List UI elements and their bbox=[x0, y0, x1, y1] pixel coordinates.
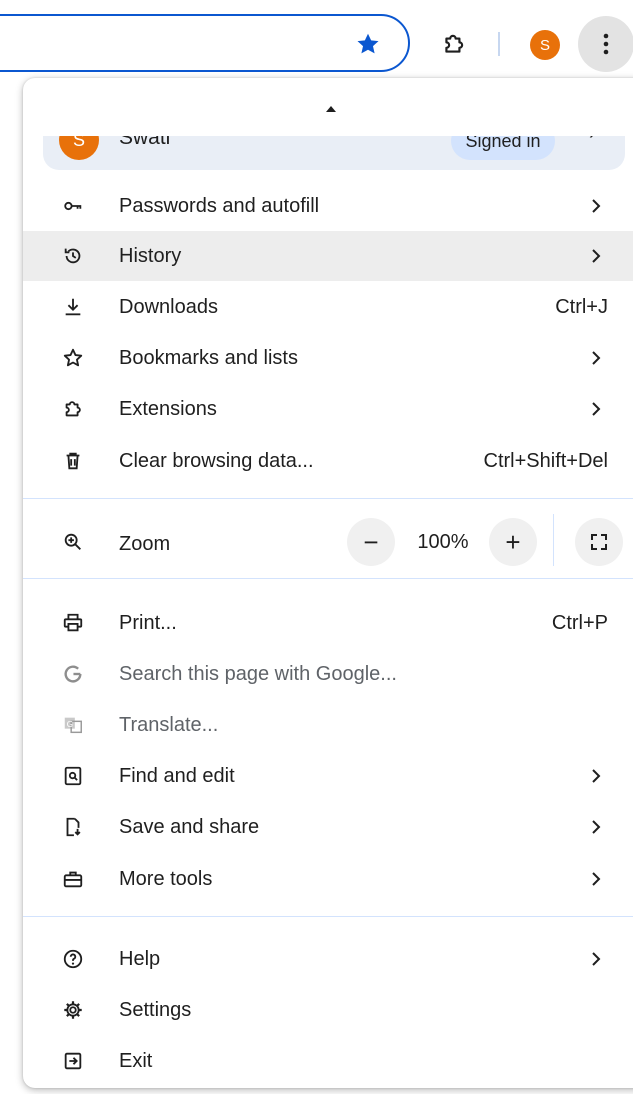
chevron-right-icon bbox=[592, 820, 601, 834]
menu-item-label: History bbox=[119, 245, 182, 267]
chevron-right-icon bbox=[592, 952, 601, 966]
menu-item-label: Search this page with Google... bbox=[119, 663, 397, 685]
menu-item-translate[interactable]: G Translate... bbox=[23, 700, 633, 750]
signed-in-badge: Signed in bbox=[451, 136, 555, 160]
menu-item-label: Help bbox=[119, 948, 161, 970]
chevron-right-icon bbox=[592, 769, 601, 783]
menu-item-find-edit[interactable]: Find and edit bbox=[23, 751, 633, 801]
menu-item-label: Find and edit bbox=[119, 765, 235, 787]
menu-item-label: Passwords and autofill bbox=[119, 195, 320, 217]
puzzle-icon bbox=[61, 397, 85, 421]
menu-divider bbox=[23, 916, 633, 917]
profile-menu-item[interactable]: S Swati Signed in › bbox=[43, 136, 625, 170]
menu-item-passwords[interactable]: Passwords and autofill bbox=[23, 181, 633, 231]
profile-avatar-button[interactable]: S bbox=[530, 30, 560, 60]
menu-item-label: Save and share bbox=[119, 816, 260, 838]
menu-item-save-share[interactable]: Save and share bbox=[23, 802, 633, 852]
profile-name: Swati bbox=[119, 136, 171, 149]
menu-divider bbox=[23, 498, 633, 499]
browser-toolbar: S bbox=[0, 0, 633, 84]
menu-item-label: Print... bbox=[119, 612, 177, 634]
chrome-menu: S Swati Signed in › Passwords and autofi… bbox=[23, 78, 633, 1088]
menu-item-label: Clear browsing data... bbox=[119, 450, 314, 472]
svg-text:G: G bbox=[67, 719, 73, 729]
chevron-right-icon bbox=[592, 199, 601, 213]
menu-item-print[interactable]: Print... Ctrl+P bbox=[23, 598, 633, 648]
avatar: S bbox=[59, 136, 99, 160]
more-vert-icon bbox=[603, 33, 609, 55]
chevron-right-icon bbox=[592, 872, 601, 886]
fullscreen-icon bbox=[591, 534, 607, 550]
menu-item-more-tools[interactable]: More tools bbox=[23, 854, 633, 904]
menu-item-label: Exit bbox=[119, 1050, 153, 1072]
menu-item-label: Settings bbox=[119, 999, 192, 1021]
chevron-right-icon bbox=[592, 402, 601, 416]
zoom-row: Zoom − 100% + bbox=[23, 514, 633, 570]
menu-item-history[interactable]: History bbox=[23, 231, 633, 281]
fullscreen-button[interactable] bbox=[575, 518, 623, 566]
menu-item-label: Extensions bbox=[119, 398, 217, 420]
zoom-out-button[interactable]: − bbox=[347, 518, 395, 566]
menu-divider bbox=[23, 578, 633, 579]
zoom-level: 100% bbox=[417, 531, 469, 553]
translate-icon: G bbox=[61, 713, 85, 737]
menu-item-label: Downloads bbox=[119, 296, 218, 318]
save-page-icon bbox=[61, 815, 85, 839]
download-icon bbox=[61, 295, 85, 319]
chevron-right-icon: › bbox=[589, 136, 596, 145]
zoom-divider bbox=[553, 514, 554, 566]
menu-item-label: Translate... bbox=[119, 714, 219, 736]
keyboard-shortcut: Ctrl+Shift+Del bbox=[483, 450, 609, 472]
extensions-button[interactable] bbox=[436, 26, 472, 62]
chevron-right-icon bbox=[592, 249, 601, 263]
browser-window: S S Swati Signed in › Passwords and auto… bbox=[0, 0, 633, 1094]
menu-item-bookmarks[interactable]: Bookmarks and lists bbox=[23, 333, 633, 383]
star-outline-icon bbox=[61, 346, 85, 370]
menu-item-search-google[interactable]: Search this page with Google... bbox=[23, 649, 633, 699]
zoom-in-button[interactable]: + bbox=[489, 518, 537, 566]
find-page-icon bbox=[61, 764, 85, 788]
keyboard-shortcut: Ctrl+J bbox=[555, 296, 608, 318]
menu-item-downloads[interactable]: Downloads Ctrl+J bbox=[23, 282, 633, 332]
bookmark-star-button[interactable] bbox=[350, 26, 386, 62]
chrome-menu-button[interactable] bbox=[578, 16, 633, 72]
menu-item-extensions[interactable]: Extensions bbox=[23, 384, 633, 434]
google-g-icon bbox=[61, 662, 85, 686]
chevron-right-icon bbox=[592, 351, 601, 365]
toolbar-divider bbox=[498, 32, 500, 56]
trash-icon bbox=[61, 449, 85, 473]
exit-icon bbox=[61, 1049, 85, 1073]
menu-item-help[interactable]: Help bbox=[23, 934, 633, 984]
history-icon bbox=[61, 244, 85, 268]
menu-item-clear-data[interactable]: Clear browsing data... Ctrl+Shift+Del bbox=[23, 436, 633, 486]
menu-item-exit[interactable]: Exit bbox=[23, 1036, 633, 1086]
gear-icon bbox=[61, 998, 85, 1022]
menu-item-settings[interactable]: Settings bbox=[23, 985, 633, 1035]
star-filled-icon bbox=[357, 33, 379, 54]
scroll-up-arrow-icon[interactable] bbox=[326, 106, 336, 112]
help-icon bbox=[61, 947, 85, 971]
printer-icon bbox=[61, 611, 85, 635]
toolbox-icon bbox=[61, 867, 85, 891]
key-icon bbox=[61, 194, 85, 218]
zoom-icon bbox=[61, 530, 85, 554]
zoom-label: Zoom bbox=[119, 533, 171, 555]
puzzle-icon bbox=[445, 34, 464, 53]
menu-item-label: More tools bbox=[119, 868, 213, 890]
address-bar[interactable] bbox=[0, 14, 410, 72]
menu-item-label: Bookmarks and lists bbox=[119, 347, 298, 369]
keyboard-shortcut: Ctrl+P bbox=[551, 612, 608, 634]
